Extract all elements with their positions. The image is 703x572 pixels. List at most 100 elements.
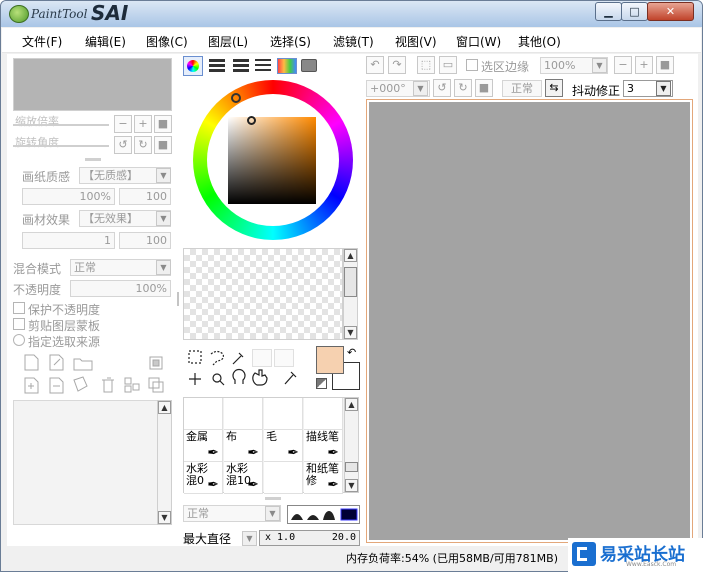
invert-selection-button[interactable]: ▭ <box>439 56 457 74</box>
zoom-reset-button[interactable]: ■ <box>154 115 172 133</box>
selection-source-radio[interactable] <box>13 334 25 346</box>
layer-action-icons[interactable] <box>13 351 172 399</box>
zoom-slider-label: 缩放倍率 <box>15 115 59 128</box>
scratchpad-scrollbar[interactable]: ▲ ▼ <box>343 248 358 340</box>
transparent-color-icon[interactable] <box>316 378 327 389</box>
rgb-slider-tab-icon[interactable] <box>209 59 225 72</box>
saturation-value-square[interactable] <box>228 117 316 204</box>
hsv-slider-tab-icon[interactable] <box>233 59 249 72</box>
degree-field[interactable]: 1 <box>22 232 115 249</box>
brush-mode-dropdown-icon[interactable]: ▼ <box>265 506 280 521</box>
menu-image[interactable]: 图像(C) <box>146 33 188 50</box>
clipping-mask-checkbox[interactable] <box>13 318 25 330</box>
swap-colors-icon[interactable]: ↶ <box>347 346 356 359</box>
scratchpad[interactable] <box>183 248 343 340</box>
menu-window[interactable]: 窗口(W) <box>456 33 501 50</box>
paper-texture-label: 画纸质感 <box>22 170 71 184</box>
menu-view[interactable]: 视图(V) <box>395 33 437 50</box>
paper-texture-dropdown-icon[interactable]: ▼ <box>156 168 171 183</box>
brush-slot-empty[interactable] <box>264 462 303 494</box>
canvas-angle-dropdown-icon[interactable]: ▼ <box>413 81 428 96</box>
minimize-button[interactable]: ▁ <box>595 2 622 21</box>
swatches-tab-icon[interactable] <box>255 59 271 72</box>
color-wheel-tab[interactable] <box>183 56 203 76</box>
preserve-opacity-checkbox[interactable] <box>13 302 25 314</box>
canvas-zoom-dropdown-icon[interactable]: ▼ <box>592 58 607 73</box>
canvas-mode-select[interactable]: 正常 <box>502 80 542 97</box>
rotate-left-button[interactable]: ↺ <box>114 136 132 154</box>
brush-cloth[interactable]: 布 ✒ <box>224 430 263 462</box>
menu-edit[interactable]: 编辑(E) <box>85 33 126 50</box>
scroll-down-icon[interactable]: ▼ <box>158 511 171 524</box>
sv-marker[interactable] <box>247 116 256 125</box>
brush-scroll-thumb[interactable] <box>345 462 358 472</box>
canvas-rotate-left-button[interactable]: ↺ <box>433 79 451 97</box>
canvas-rotate-right-button[interactable]: ↻ <box>454 79 472 97</box>
rotate-slider-label: 旋转角度 <box>15 136 59 149</box>
scratchpad-scroll-thumb[interactable] <box>344 267 357 297</box>
flip-canvas-button[interactable]: ⇆ <box>545 79 563 97</box>
menu-select[interactable]: 选择(S) <box>270 33 311 50</box>
menu-filter[interactable]: 滤镜(T) <box>333 33 374 50</box>
scratchpad-scroll-up-icon[interactable]: ▲ <box>344 249 357 262</box>
rotate-slider[interactable] <box>13 145 109 147</box>
brush-hair[interactable]: 毛 ✒ <box>264 430 303 462</box>
primary-color-swatch[interactable] <box>316 346 344 374</box>
brush-scroll-up-icon[interactable]: ▲ <box>345 398 358 411</box>
scratchpad-scroll-down-icon[interactable]: ▼ <box>344 326 357 339</box>
blend-mode-dropdown-icon[interactable]: ▼ <box>156 260 171 275</box>
selection-edge-checkbox[interactable] <box>466 59 478 71</box>
title-bar[interactable]: PaintTool SAI ▁ □ ✕ <box>1 1 702 27</box>
brush-watercolor-0[interactable]: 水彩 混0 ✒ <box>184 462 223 494</box>
intensity2-field[interactable]: 100 <box>119 232 171 249</box>
canvas[interactable] <box>369 102 690 540</box>
brush-panel-splitter[interactable] <box>265 497 281 500</box>
brush-scrollbar[interactable]: ▲ ▼ <box>344 397 359 493</box>
panel-splitter[interactable] <box>85 158 101 161</box>
deselect-button[interactable]: ⬚ <box>417 56 435 74</box>
brush-slot-empty[interactable] <box>224 398 263 430</box>
zoom-out-button[interactable]: − <box>114 115 132 133</box>
tool-slot-empty-1[interactable] <box>252 349 272 367</box>
canvas-zoom-out-button[interactable]: − <box>614 56 632 74</box>
layer-list[interactable] <box>13 400 172 525</box>
menu-file[interactable]: 文件(F) <box>22 33 62 50</box>
maximize-button[interactable]: □ <box>621 2 648 21</box>
menu-layer[interactable]: 图层(L) <box>208 33 248 50</box>
opacity-slider[interactable]: 100% <box>70 280 171 297</box>
brush-scroll-down-icon[interactable]: ▼ <box>345 479 358 492</box>
scratchpad-tab-icon[interactable] <box>301 59 317 72</box>
canvas-rotate-reset-button[interactable]: ■ <box>475 79 493 97</box>
layer-list-scrollbar[interactable]: ▲ ▼ <box>157 400 172 525</box>
rotate-reset-button[interactable]: ■ <box>154 136 172 154</box>
rotate-right-button[interactable]: ↻ <box>134 136 152 154</box>
stabilizer-dropdown-icon[interactable]: ▼ <box>656 81 671 96</box>
close-button[interactable]: ✕ <box>647 2 694 21</box>
intensity-field[interactable]: 100 <box>119 188 171 205</box>
brush-metal[interactable]: 金属 ✒ <box>184 430 223 462</box>
zoom-slider[interactable] <box>13 124 109 126</box>
brush-slot-empty[interactable] <box>184 398 223 430</box>
left-panel-resize-handle[interactable] <box>177 292 179 306</box>
brush-slot-empty[interactable] <box>264 398 303 430</box>
undo-button[interactable]: ↶ <box>366 56 384 74</box>
canvas-zoom-reset-button[interactable]: ■ <box>656 56 674 74</box>
brush-shape-selector[interactable] <box>287 505 360 524</box>
zoom-in-button[interactable]: + <box>134 115 152 133</box>
hue-marker[interactable] <box>231 93 241 103</box>
navigator-preview[interactable] <box>13 58 172 111</box>
menu-other[interactable]: 其他(O) <box>518 33 561 50</box>
scroll-up-icon[interactable]: ▲ <box>158 401 171 414</box>
brush-washi[interactable]: 和纸笔 修 ✒ <box>304 462 343 494</box>
brush-watercolor-10[interactable]: 水彩 混10 ✒ <box>224 462 263 494</box>
material-effect-dropdown-icon[interactable]: ▼ <box>156 211 171 226</box>
brush-slot-empty[interactable] <box>304 398 343 430</box>
brush-liner[interactable]: 描线笔 ✒ <box>304 430 343 462</box>
tool-slot-empty-2[interactable] <box>274 349 294 367</box>
scale-field[interactable]: 100% <box>22 188 115 205</box>
redo-button[interactable]: ↷ <box>388 56 406 74</box>
palette-tab-icon[interactable] <box>277 58 297 74</box>
canvas-zoom-in-button[interactable]: + <box>635 56 653 74</box>
size-multiplier-box[interactable]: x 1.0 20.0 <box>259 530 360 546</box>
max-size-dropdown-icon[interactable]: ▼ <box>242 531 257 546</box>
